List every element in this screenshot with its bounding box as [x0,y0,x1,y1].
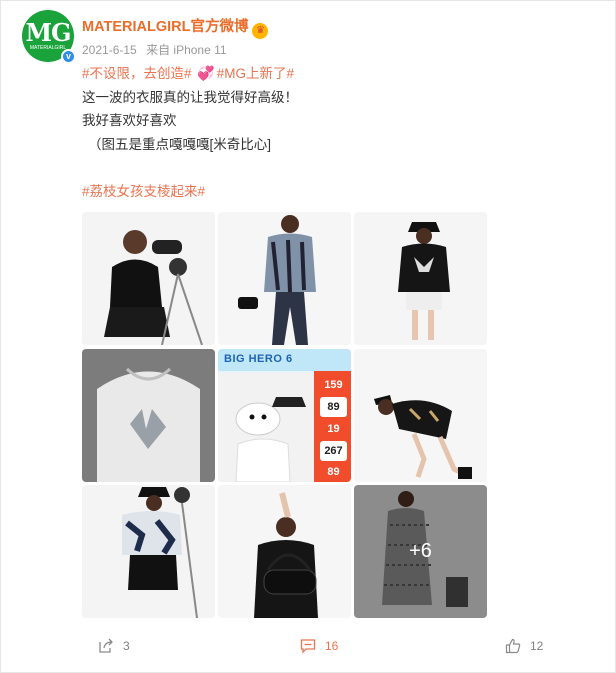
post-meta: 2021-6-15 来自 iPhone 11 [82,41,233,58]
more-images-count: +6 [409,540,432,562]
topic-link-1[interactable]: #不设限，去创造# [82,66,192,81]
photo-6-image [354,349,487,482]
topic-link-3[interactable]: #荔枝女孩支棱起来# [82,184,205,199]
verified-badge-icon: v [61,49,76,64]
photo-7-image [82,485,215,618]
photo-3[interactable] [354,212,487,345]
photo-3-image [354,212,487,345]
weibo-post-card: MG MATERIALGIRL v MATERIALGIRL官方微博 ♛ 2021… [0,0,616,673]
comment-button[interactable]: 16 [300,631,338,661]
crown-emoji-icon: ♛ [252,23,269,39]
price-tag-3: 19 [320,419,347,439]
price-tag-4: 267 [320,441,347,461]
price-tag-2: 89 [320,397,347,417]
promo-title: BIG HERO 6 [218,349,351,371]
price-tag-5: 89 [320,462,347,482]
photo-8-image [218,485,351,618]
more-images-overlay[interactable]: +6 [354,485,487,618]
photo-1-image [82,212,215,345]
post-line-3: 我好喜欢好喜欢 [82,113,177,128]
avatar-logo: MG [25,18,71,47]
image-grid: BIG HERO 6 159 89 19 267 89 +6 [82,212,487,618]
like-icon [505,638,521,654]
price-tag-1: 159 [320,375,347,395]
post-source: 来自 iPhone 11 [146,43,227,57]
photo-4[interactable] [82,349,215,482]
share-count: 3 [123,639,130,653]
photo-5-promo[interactable]: BIG HERO 6 159 89 19 267 89 [218,349,351,482]
post-line-2: 这一波的衣服真的让我觉得好高级！ [82,90,298,105]
share-icon [99,638,113,653]
photo-7[interactable] [82,485,215,618]
photo-1[interactable] [82,212,215,345]
like-count: 12 [530,639,544,653]
photo-6[interactable] [354,349,487,482]
username-link[interactable]: MATERIALGIRL官方微博 [82,19,248,35]
share-button[interactable]: 3 [98,631,130,661]
post-line-1: #不设限，去创造# 💞 #MG上新了# [82,62,592,85]
like-button[interactable]: 12 [505,631,543,661]
username-row: MATERIALGIRL官方微博 ♛ [82,15,269,39]
photo-2-image [218,212,351,345]
post-actions: 3 16 12 [1,631,616,661]
avatar-brand-text: MATERIALGIRL [29,45,67,51]
photo-8[interactable] [218,485,351,618]
post-line-5: #荔枝女孩支棱起来# [82,181,592,203]
avatar[interactable]: MG MATERIALGIRL v [22,10,76,64]
post-date[interactable]: 2021-6-15 [82,43,137,57]
photo-4-image [82,349,215,482]
photo-2[interactable] [218,212,351,345]
topic-link-2[interactable]: #MG上新了# [217,66,294,81]
comment-icon [300,639,316,654]
comment-count: 16 [325,639,339,653]
photo-9-more[interactable]: +6 [354,485,487,618]
heart-emoji-icon: 💞 [197,65,215,81]
post-line-4: （图五是重点嘎嘎嘎[米奇比心] [88,137,272,152]
